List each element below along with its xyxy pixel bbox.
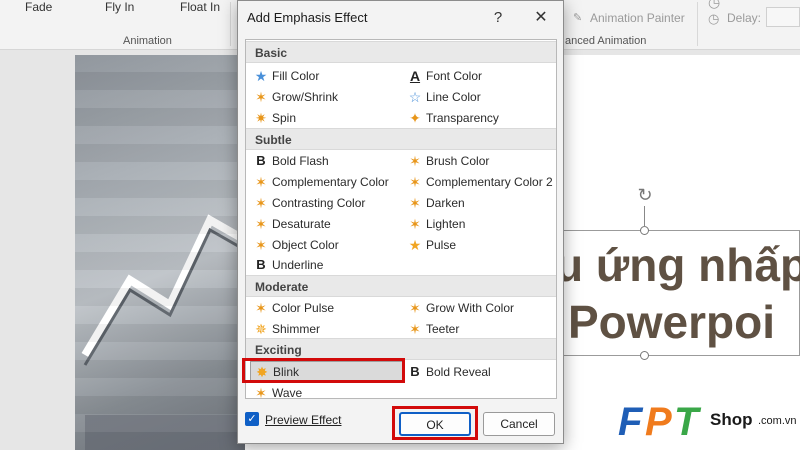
effect-bold-flash[interactable]: B Bold Flash xyxy=(250,151,400,171)
star-icon: ✶ xyxy=(255,216,267,232)
fade-button[interactable]: Fade xyxy=(25,0,52,14)
effect-teeter[interactable]: ✶ Teeter xyxy=(404,319,554,339)
rotate-handle-line xyxy=(644,206,645,227)
logo-domain-text: .com.vn xyxy=(758,415,797,427)
star-icon: ✷ xyxy=(255,110,267,126)
animation-painter-button[interactable]: Animation Painter xyxy=(590,11,685,25)
star-icon: ✶ xyxy=(409,216,421,232)
logo-shop-text: Shop xyxy=(710,410,753,429)
painter-icon: ✎ xyxy=(573,12,583,24)
effect-object-color[interactable]: ✶ Object Color xyxy=(250,235,400,255)
group-label-animation: Animation xyxy=(123,35,172,47)
logo-letter: F xyxy=(618,400,643,444)
ribbon-separator xyxy=(230,2,231,46)
group-label-advanced-animation: anced Animation xyxy=(565,35,647,47)
effect-brush-color[interactable]: ✶ Brush Color xyxy=(404,151,554,171)
star-icon: ✶ xyxy=(409,321,421,337)
logo-letter: P xyxy=(645,400,672,444)
effect-grow-shrink[interactable]: ✶ Grow/Shrink xyxy=(250,87,400,107)
effect-pulse[interactable]: ★ Pulse xyxy=(404,235,554,255)
effect-complementary-color[interactable]: ✶ Complementary Color xyxy=(250,172,400,192)
star-icon: ✶ xyxy=(409,195,421,211)
delay-input[interactable] xyxy=(766,7,800,27)
resize-handle[interactable] xyxy=(640,226,649,235)
effect-grow-with-color[interactable]: ✶ Grow With Color xyxy=(404,298,554,318)
ribbon-separator xyxy=(697,2,698,46)
resize-handle[interactable] xyxy=(640,351,649,360)
effect-desaturate[interactable]: ✶ Desaturate xyxy=(250,214,400,234)
effect-fill-color[interactable]: ★ Fill Color xyxy=(250,66,400,86)
category-label: Subtle xyxy=(255,133,292,147)
star-icon: ✵ xyxy=(255,321,267,337)
bold-b-icon: B xyxy=(256,257,266,272)
slide-title-line-1: u ứng nhấp xyxy=(555,239,800,291)
star-icon: ✶ xyxy=(409,174,421,190)
category-moderate: Moderate xyxy=(246,275,556,297)
preview-effect-label: Preview Effect xyxy=(265,413,342,427)
cancel-button[interactable]: Cancel xyxy=(483,412,555,436)
effect-underline[interactable]: B Underline xyxy=(250,255,400,275)
star-icon: ✶ xyxy=(409,300,421,316)
category-subtle: Subtle xyxy=(246,128,556,150)
bold-b-icon: B xyxy=(410,364,420,379)
category-label: Basic xyxy=(255,46,288,60)
slide-photo xyxy=(75,55,245,450)
effect-wave[interactable]: ✶ Wave xyxy=(250,383,400,399)
help-button[interactable]: ? xyxy=(488,8,508,28)
star-icon: ✶ xyxy=(409,153,421,169)
effect-bold-reveal[interactable]: B Bold Reveal xyxy=(404,362,554,382)
effect-line-color[interactable]: ☆ Line Color xyxy=(404,87,554,107)
effect-darken[interactable]: ✶ Darken xyxy=(404,193,554,213)
dialog-title: Add Emphasis Effect xyxy=(247,10,368,25)
star-icon: ✶ xyxy=(255,89,267,105)
bold-b-icon: B xyxy=(256,153,266,168)
close-button[interactable]: ✕ xyxy=(531,8,551,28)
star-icon: ★ xyxy=(254,68,268,84)
duration-icon: ◷ xyxy=(708,0,721,10)
star-icon: ✦ xyxy=(409,110,421,126)
fpt-shop-logo: F P T Shop .com.vn xyxy=(618,400,800,446)
effect-contrasting-color[interactable]: ✶ Contrasting Color xyxy=(250,193,400,213)
category-label: Moderate xyxy=(255,280,309,294)
effect-transparency[interactable]: ✦ Transparency xyxy=(404,108,554,128)
effect-lighten[interactable]: ✶ Lighten xyxy=(404,214,554,234)
star-icon: ✶ xyxy=(255,174,267,190)
font-color-a-icon: A xyxy=(409,68,421,84)
category-exciting: Exciting xyxy=(246,338,556,360)
star-icon: ✶ xyxy=(255,385,267,399)
star-icon: ★ xyxy=(408,237,422,253)
category-basic: Basic xyxy=(246,41,556,63)
star-icon: ✶ xyxy=(255,300,267,316)
star-icon: ✶ xyxy=(255,237,267,253)
preview-effect-checkbox[interactable]: ✓ xyxy=(245,412,259,426)
effect-shimmer[interactable]: ✵ Shimmer xyxy=(250,319,400,339)
effect-font-color[interactable]: A Font Color xyxy=(404,66,554,86)
category-label: Exciting xyxy=(255,343,302,357)
star-icon: ✶ xyxy=(255,195,267,211)
blink-highlight-outline xyxy=(242,358,405,383)
effect-color-pulse[interactable]: ✶ Color Pulse xyxy=(250,298,400,318)
delay-label: Delay: xyxy=(727,11,762,25)
effect-list[interactable]: Basic ★ Fill Color A Font Color ✶ Grow/Shri… xyxy=(245,39,557,399)
star-icon: ☆ xyxy=(408,89,422,105)
rotate-handle-icon[interactable]: ↻ xyxy=(634,184,656,206)
logo-letter: T xyxy=(674,400,699,444)
fly-in-button[interactable]: Fly In xyxy=(105,0,134,14)
effect-complementary-color-2[interactable]: ✶ Complementary Color 2 xyxy=(404,172,554,192)
slide-title-line-2: Powerpoi xyxy=(568,296,776,348)
delay-icon: ◷ xyxy=(708,11,720,26)
float-in-button[interactable]: Float In xyxy=(180,0,220,14)
effect-spin[interactable]: ✷ Spin xyxy=(250,108,400,128)
concrete-texture xyxy=(75,55,245,450)
ok-button[interactable]: OK xyxy=(399,412,471,436)
